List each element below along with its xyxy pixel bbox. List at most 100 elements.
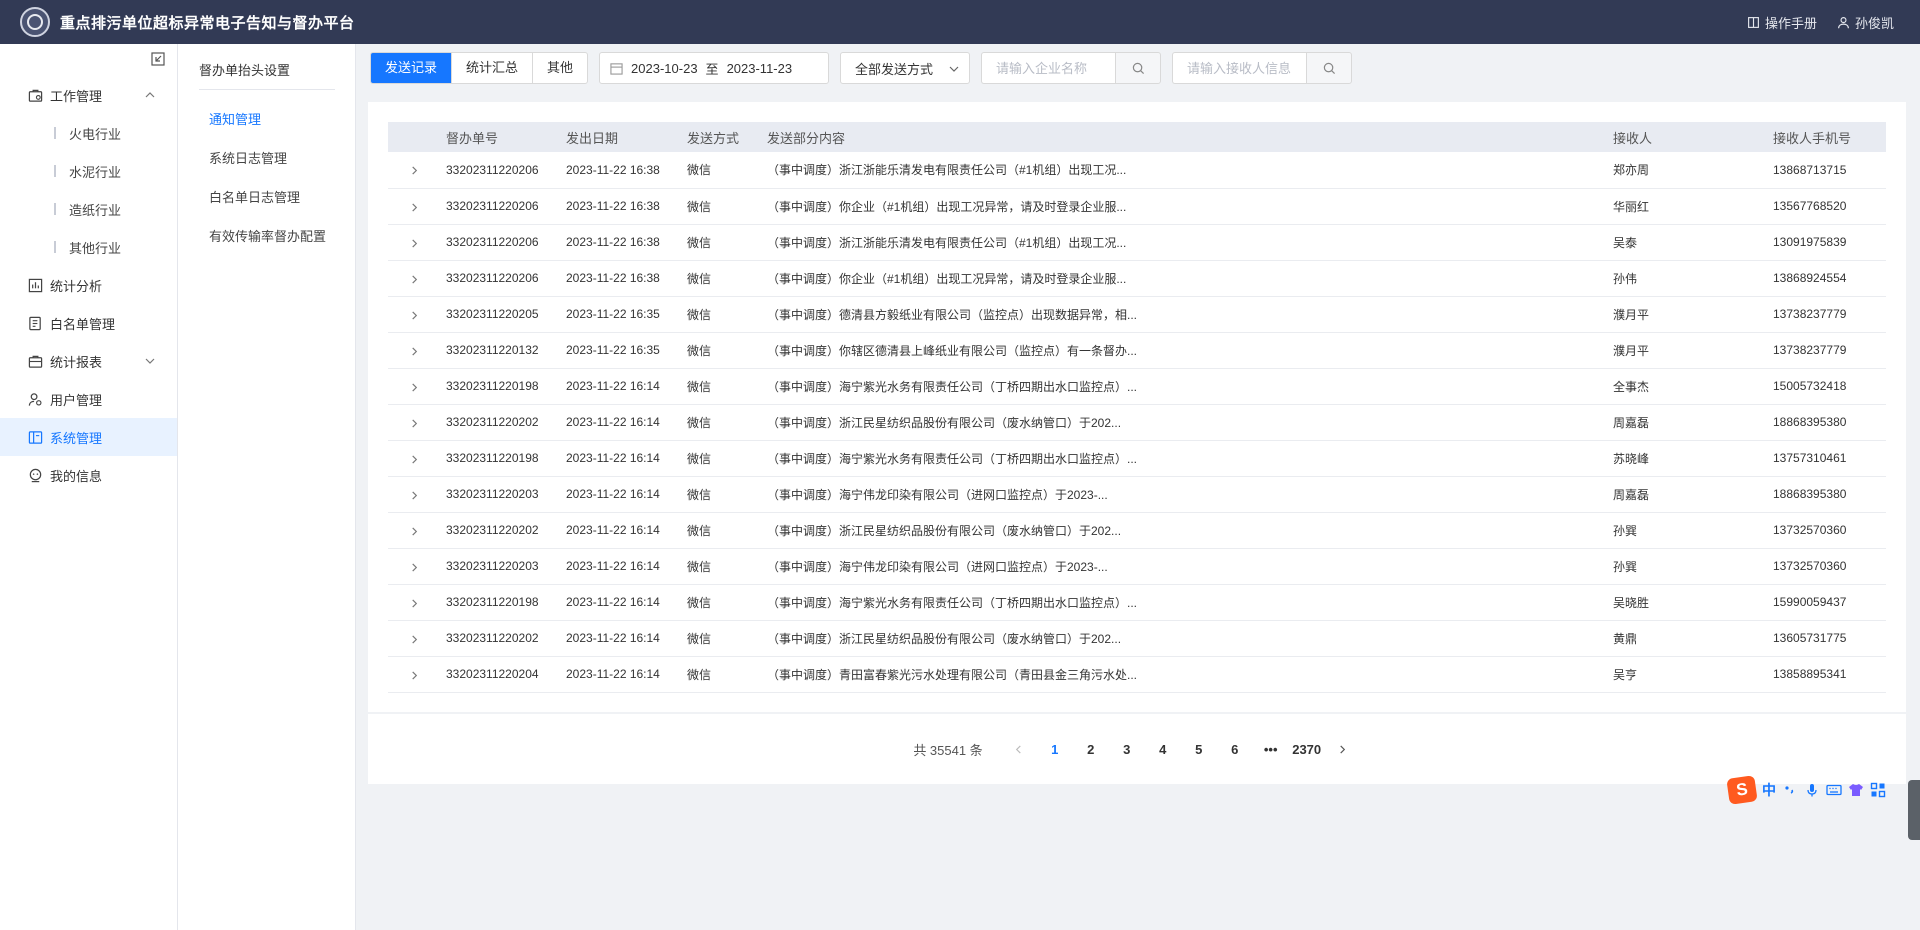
table-row[interactable]: 33202311220203 2023-11-22 16:14 微信 （事中调度）海宁… [388,548,1886,584]
page-ellipsis[interactable]: ••• [1253,742,1289,757]
ime-mode[interactable]: 中 [1762,780,1776,800]
expand-row-button[interactable] [388,512,446,548]
cell-phone: 13858895341 [1773,667,1847,681]
page-5[interactable]: 5 [1181,742,1217,757]
user-menu[interactable]: 孙俊凯 [1837,13,1894,32]
header-order-no: 督办单号 [446,130,499,146]
expand-row-button[interactable] [388,476,446,512]
sidebar-item-whitelist[interactable]: 白名单管理 [0,304,177,342]
expand-row-button[interactable] [388,260,446,296]
sidebar-item-users[interactable]: 用户管理 [0,380,177,418]
cell-no: 33202311220198 [446,379,539,393]
expand-row-button[interactable] [388,548,446,584]
sidebar-item-system[interactable]: 系统管理 [0,418,177,456]
table-row[interactable]: 33202311220202 2023-11-22 16:14 微信 （事中调度）浙江… [388,404,1886,440]
cell-phone: 13605731775 [1773,631,1847,645]
sidebar-item-label: 其他行业 [69,240,122,256]
page-3[interactable]: 3 [1109,742,1145,757]
page-6[interactable]: 6 [1217,742,1253,757]
tab-statistics[interactable]: 统计汇总 [452,53,534,83]
cell-phone: 13868924554 [1773,271,1847,285]
table-row[interactable]: 33202311220198 2023-11-22 16:14 微信 （事中调度）海宁… [388,368,1886,404]
cell-phone: 13757310461 [1773,451,1847,465]
table-row[interactable]: 33202311220206 2023-11-22 16:38 微信 （事中调度）你企… [388,188,1886,224]
table-row[interactable]: 33202311220206 2023-11-22 16:38 微信 （事中调度）你企… [388,260,1886,296]
cell-date: 2023-11-22 16:14 [566,415,660,429]
sidebar-item-thermal[interactable]: 火电行业 [0,114,177,152]
table-row[interactable]: 33202311220202 2023-11-22 16:14 微信 （事中调度）浙江… [388,512,1886,548]
chevron-right-icon [412,238,418,248]
send-mode-select[interactable]: 全部发送方式 [840,52,971,84]
table-row[interactable]: 33202311220203 2023-11-22 16:14 微信 （事中调度）海宁… [388,476,1886,512]
cell-content: （事中调度）海宁紫光水务有限责任公司（丁桥四期出水口监控点）... [767,595,1138,610]
expand-row-button[interactable] [388,440,446,476]
sidebar-item-reports[interactable]: 统计报表 [0,342,177,380]
table-row[interactable]: 33202311220204 2023-11-22 16:14 微信 （事中调度）青田… [388,656,1886,692]
expand-row-button[interactable] [388,224,446,260]
chevron-right-icon [412,382,418,392]
subnav-system-log[interactable]: 系统日志管理 [209,148,287,167]
cell-way: 微信 [687,271,712,286]
page-2[interactable]: 2 [1073,742,1109,757]
expand-row-button[interactable] [388,620,446,656]
subpanel-title[interactable]: 督办单抬头设置 [199,60,290,79]
top-header: 重点排污单位超标异常电子告知与督办平台 操作手册 孙俊凯 [0,0,1920,44]
manual-link[interactable]: 操作手册 [1747,13,1817,32]
next-page-button[interactable] [1325,745,1361,754]
table-body: 33202311220206 2023-11-22 16:38 微信 （事中调度）浙江… [388,152,1886,692]
expand-row-button[interactable] [388,296,446,332]
table-row[interactable]: 33202311220198 2023-11-22 16:14 微信 （事中调度）海宁… [388,584,1886,620]
collapse-icon[interactable] [151,52,165,66]
cell-no: 33202311220202 [446,631,539,645]
side-drawer-handle[interactable] [1908,780,1920,840]
page-1[interactable]: 1 [1037,742,1073,757]
receiver-search-button[interactable] [1306,52,1353,84]
expand-row-button[interactable] [388,188,446,224]
user-icon [1838,16,1849,28]
keyboard-icon[interactable] [1826,782,1842,798]
sidebar-item-cement[interactable]: 水泥行业 [0,152,177,190]
expand-row-button[interactable] [388,332,446,368]
sidebar-item-stats[interactable]: 统计分析 [0,266,177,304]
cell-no: 33202311220203 [446,559,539,573]
table-row[interactable]: 33202311220132 2023-11-22 16:35 微信 （事中调度）你辖… [388,332,1886,368]
sidebar-item-profile[interactable]: 我的信息 [0,456,177,494]
ime-logo[interactable]: S [1726,775,1758,805]
records-table: 督办单号 发出日期 发送方式 发送部分内容 接收人 接收人手机号 3320231… [388,122,1886,693]
subnav-notice[interactable]: 通知管理 [209,109,261,128]
expand-row-button[interactable] [388,584,446,620]
microphone-icon[interactable] [1804,782,1820,798]
cell-no: 33202311220198 [446,451,539,465]
cell-date: 2023-11-22 16:14 [566,487,660,501]
expand-row-button[interactable] [388,404,446,440]
date-range-picker[interactable]: 2023-10-23 至 2023-11-23 [599,52,830,84]
table-row[interactable]: 33202311220198 2023-11-22 16:14 微信 （事中调度）海宁… [388,440,1886,476]
company-search-button[interactable] [1115,52,1162,84]
table-row[interactable]: 33202311220202 2023-11-22 16:14 微信 （事中调度）浙江… [388,620,1886,656]
page-last[interactable]: 2370 [1289,742,1325,757]
sidebar-item-other[interactable]: 其他行业 [0,228,177,266]
table-row[interactable]: 33202311220205 2023-11-22 16:35 微信 （事中调度）德清… [388,296,1886,332]
cell-phone: 15005732418 [1773,379,1847,393]
skin-icon[interactable] [1848,782,1864,798]
tab-other[interactable]: 其他 [533,53,587,83]
cell-way: 微信 [687,415,712,430]
punctuation-icon[interactable] [1782,782,1798,798]
receiver-search-input[interactable] [1172,52,1307,84]
page-4[interactable]: 4 [1145,742,1181,757]
table-row[interactable]: 33202311220206 2023-11-22 16:38 微信 （事中调度）浙江… [388,224,1886,260]
sidebar-item-work[interactable]: 工作管理 [0,76,177,114]
chevron-up-icon [145,92,155,98]
company-search-input[interactable] [981,52,1116,84]
prev-page-button[interactable] [1001,745,1037,754]
subnav-transfer-config[interactable]: 有效传输率督办配置 [209,226,326,245]
tab-send-records[interactable]: 发送记录 [371,53,453,83]
expand-row-button[interactable] [388,656,446,692]
cell-no: 33202311220132 [446,343,539,357]
expand-row-button[interactable] [388,368,446,404]
sidebar-item-paper[interactable]: 造纸行业 [0,190,177,228]
expand-row-button[interactable] [388,152,446,188]
apps-grid-icon[interactable] [1870,782,1886,798]
subnav-whitelist-log[interactable]: 白名单日志管理 [209,187,300,206]
table-row[interactable]: 33202311220206 2023-11-22 16:38 微信 （事中调度）浙江… [388,152,1886,188]
